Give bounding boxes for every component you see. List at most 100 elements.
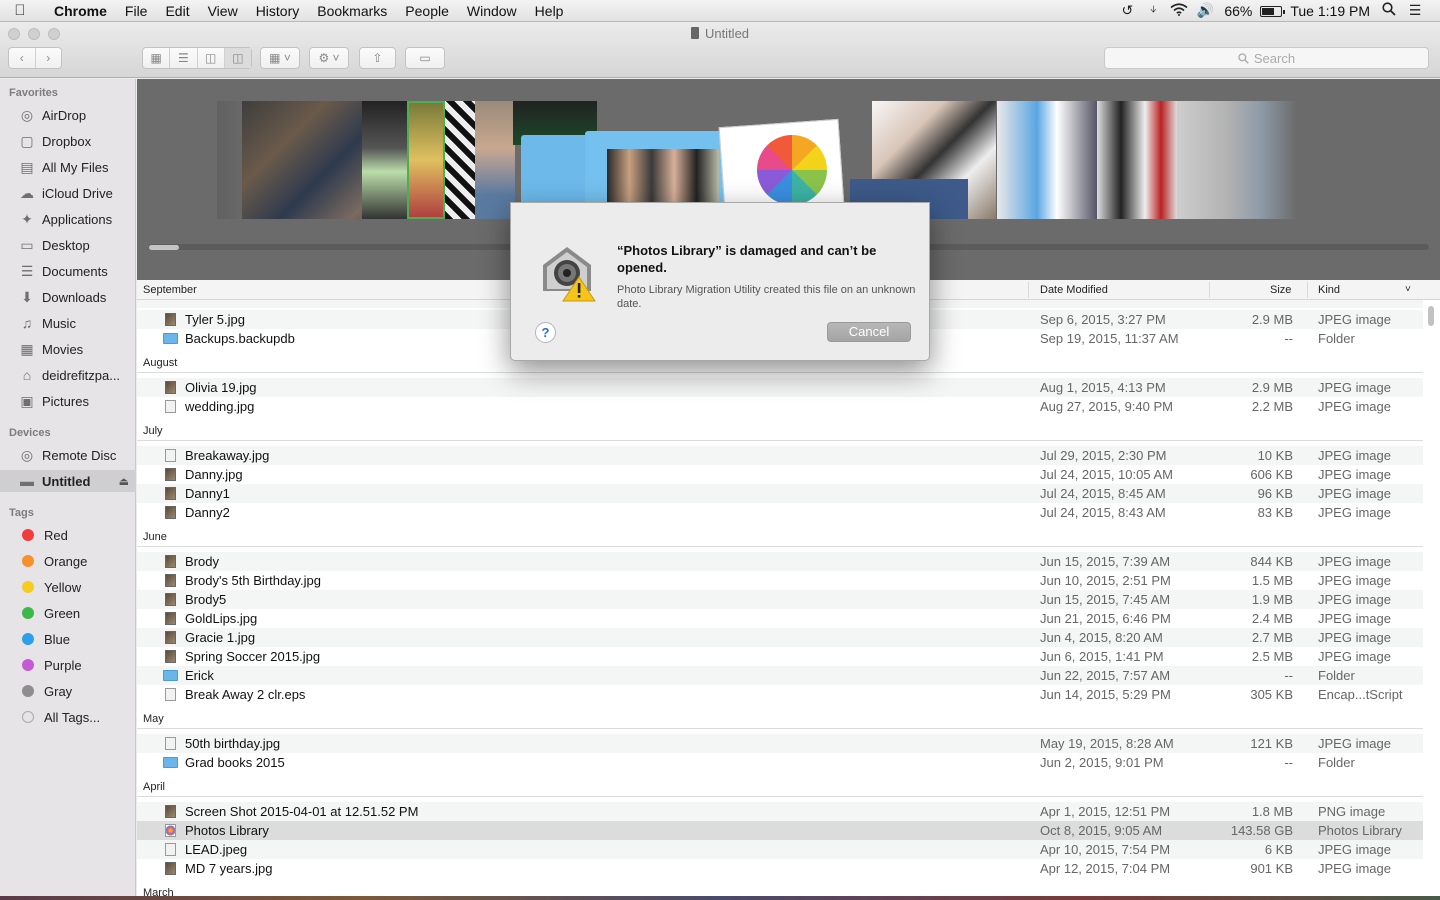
table-row[interactable]: Danny2 Jul 24, 2015, 8:43 AM 83 KB JPEG ima… [137,503,1423,522]
table-row[interactable]: Breakaway.jpg Jul 29, 2015, 2:30 PM 10 KB J… [137,446,1423,465]
coverflow-view-icon[interactable]: ◫ [224,48,251,68]
tag-orange[interactable]: Orange [0,550,136,572]
table-row[interactable]: Gracie 1.jpg Jun 4, 2015, 8:20 AM 2.7 MB JP… [137,628,1423,647]
menu-app-name[interactable]: Chrome [40,3,116,19]
sidebar-item-dropbox[interactable]: ▢ Dropbox [0,130,136,152]
cell-size: 2.2 MB [1251,399,1293,414]
tag-yellow[interactable]: Yellow [0,576,136,598]
table-row[interactable]: 50th birthday.jpg May 19, 2015, 8:28 AM 12… [137,734,1423,753]
menu-edit[interactable]: Edit [156,3,198,19]
table-row[interactable]: Danny.jpg Jul 24, 2015, 10:05 AM 606 KB JPE… [137,465,1423,484]
sidebar-item-airdrop[interactable]: ◎ AirDrop [0,104,136,126]
apple-menu-icon[interactable]:  [0,2,40,19]
cover-thumb[interactable] [1097,101,1177,219]
search-placeholder: Search [1253,50,1296,66]
wifi-icon[interactable] [1166,2,1192,19]
sidebar-item-applications[interactable]: ✦ Applications [0,208,136,230]
share-button[interactable]: ⇧ [359,47,396,69]
sidebar-item-untitled[interactable]: ▬ Untitled ⏏ [0,470,136,492]
tags-button[interactable]: ▭ [405,47,445,69]
tag-blue[interactable]: Blue [0,628,136,650]
cover-thumb[interactable] [1177,101,1297,219]
sidebar-item-desktop[interactable]: ▭ Desktop [0,234,136,256]
tag-label: Yellow [44,579,82,595]
column-divider[interactable] [1209,282,1210,298]
cover-thumb[interactable] [407,101,445,219]
forward-button[interactable]: › [36,48,62,68]
time-machine-icon[interactable]: ↺ [1114,2,1140,19]
table-row[interactable]: Olivia 19.jpg Aug 1, 2015, 4:13 PM 2.9 MB J… [137,378,1423,397]
group-header-september[interactable]: September [143,284,197,296]
table-row[interactable]: Screen Shot 2015-04-01 at 12.51.52 PM Apr… [137,802,1423,821]
notification-center-icon[interactable]: ☰ [1402,2,1428,19]
icon-view-icon[interactable]: ▦ [143,48,171,68]
date-modified-header[interactable]: Date Modified [1040,284,1108,296]
sidebar-item-documents[interactable]: ☰ Documents [0,260,136,282]
volume-icon[interactable]: 🔊 [1192,2,1218,19]
table-row[interactable]: Spring Soccer 2015.jpg Jun 6, 2015, 1:41 … [137,647,1423,666]
cell-size: 143.58 GB [1230,823,1293,838]
table-row[interactable]: LEAD.jpeg Apr 10, 2015, 7:54 PM 6 KB JPEG i… [137,840,1423,859]
size-header[interactable]: Size [1270,284,1291,296]
table-row[interactable]: Break Away 2 clr.eps Jun 14, 2015, 5:29 P… [137,685,1423,704]
menu-bookmarks[interactable]: Bookmarks [308,3,396,19]
help-button[interactable]: ? [535,322,556,343]
menu-history[interactable]: History [247,3,309,19]
table-row[interactable]: Erick Jun 22, 2015, 7:57 AM -- Folder [137,666,1423,685]
table-row[interactable]: Brody Jun 15, 2015, 7:39 AM 844 KB JPEG ima… [137,552,1423,571]
sidebar-item-music[interactable]: ♫ Music [0,312,136,334]
tag-gray[interactable]: Gray [0,680,136,702]
sidebar-item-movies[interactable]: ▦ Movies [0,338,136,360]
tag-all-tags[interactable]: All Tags... [0,706,136,728]
battery-percent[interactable]: 66% [1218,3,1258,19]
table-row[interactable]: Grad books 2015 Jun 2, 2015, 9:01 PM -- Fol… [137,753,1423,772]
sidebar-item-downloads[interactable]: ⬇ Downloads [0,286,136,308]
cover-thumb[interactable] [445,101,475,219]
arrange-button[interactable]: ▦ ˅ [260,47,300,69]
table-row[interactable]: Brody5 Jun 15, 2015, 7:45 AM 1.9 MB JPEG im… [137,590,1423,609]
cancel-button[interactable]: Cancel [827,322,911,342]
spotlight-search-icon[interactable] [1376,2,1402,19]
cover-thumb[interactable] [475,101,515,219]
battery-icon[interactable] [1258,3,1286,19]
table-row[interactable]: Photos Library Oct 8, 2015, 9:05 AM 143.58… [137,821,1423,840]
cover-thumb[interactable] [997,101,1097,219]
tag-purple[interactable]: Purple [0,654,136,676]
sidebar-item-all-my-files[interactable]: ▤ All My Files [0,156,136,178]
bluetooth-icon[interactable]: ᛎ [1140,3,1166,19]
tag-green[interactable]: Green [0,602,136,624]
menu-file[interactable]: File [116,3,157,19]
cell-size: 6 KB [1264,842,1293,857]
table-row[interactable]: GoldLips.jpg Jun 21, 2015, 6:46 PM 2.4 MB J… [137,609,1423,628]
table-row[interactable]: wedding.jpg Aug 27, 2015, 9:40 PM 2.2 MB JP… [137,397,1423,416]
column-divider[interactable] [1307,282,1308,298]
search-field[interactable]: Search [1104,47,1429,69]
dialog-title: “Photos Library” is damaged and can’t be… [617,243,877,275]
sidebar-item-deidrefitzpa[interactable]: ⌂ deidrefitzpa... [0,364,136,386]
eject-icon[interactable]: ⏏ [119,475,129,488]
sidebar-item-icloud-drive[interactable]: ☁ iCloud Drive [0,182,136,204]
table-row[interactable]: MD 7 years.jpg Apr 12, 2015, 7:04 PM 901 K… [137,859,1423,878]
menu-view[interactable]: View [199,3,247,19]
column-view-icon[interactable]: ◫ [198,48,225,68]
sidebar-item-pictures[interactable]: ▣ Pictures [0,390,136,412]
sidebar-item-label: Desktop [42,237,90,253]
column-divider[interactable] [1028,282,1029,298]
kind-header[interactable]: Kind [1318,284,1340,296]
sidebar-item-remote-disc[interactable]: ◎ Remote Disc [0,444,136,466]
menu-window[interactable]: Window [458,3,526,19]
menu-people[interactable]: People [396,3,458,19]
sort-chevron-icon[interactable]: ˅ [1405,284,1411,295]
cover-flow-scroll-knob[interactable] [149,245,179,250]
cover-thumb[interactable] [362,101,408,219]
menu-help[interactable]: Help [526,3,573,19]
tag-red[interactable]: Red [0,524,136,546]
list-scrollbar[interactable] [1428,306,1434,326]
list-view-icon[interactable]: ☰ [170,48,198,68]
action-button[interactable]: ⚙ ˅ [309,47,349,69]
menu-clock[interactable]: Tue 1:19 PM [1284,3,1376,19]
table-row[interactable]: Danny1 Jul 24, 2015, 8:45 AM 96 KB JPEG ima… [137,484,1423,503]
devices-header: Devices [9,427,51,439]
back-button[interactable]: ‹ [9,48,36,68]
table-row[interactable]: Brody's 5th Birthday.jpg Jun 10, 2015, 2:… [137,571,1423,590]
